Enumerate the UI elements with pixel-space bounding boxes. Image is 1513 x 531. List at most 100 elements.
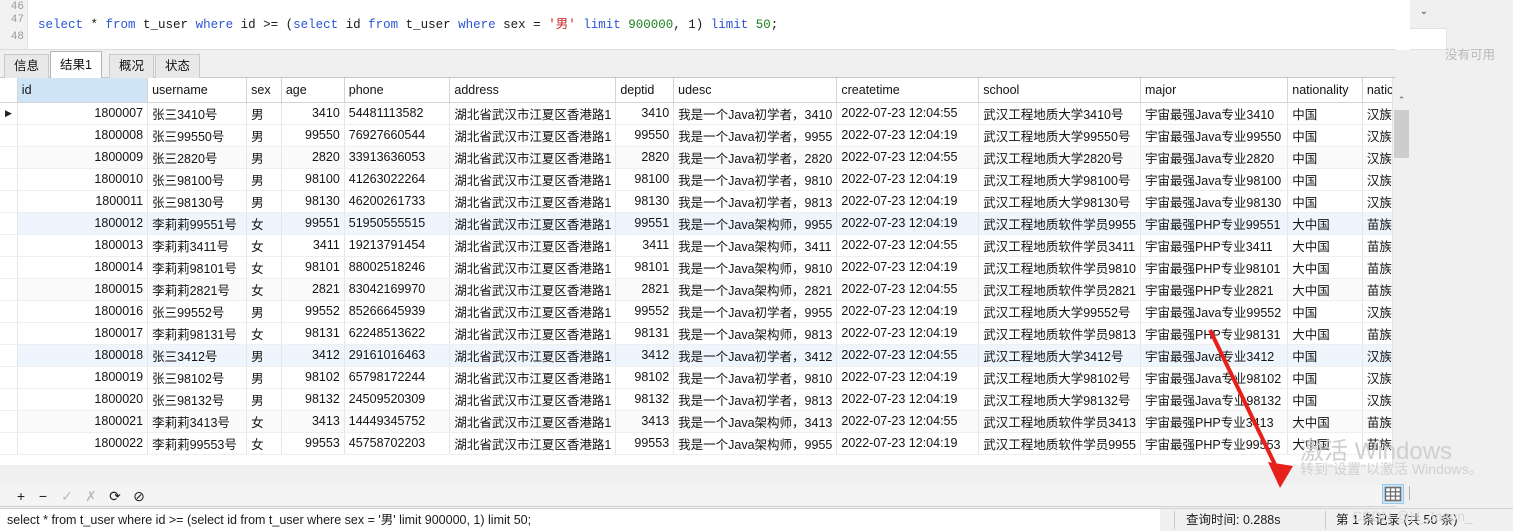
cell-age[interactable]: 98131 (281, 322, 345, 345)
cell-age[interactable]: 3410 (281, 102, 345, 125)
cell-udesc[interactable]: 我是一个Java架构师，3411 (673, 234, 838, 257)
grid-view-icon[interactable] (1382, 484, 1404, 504)
row-marker[interactable] (0, 190, 18, 213)
cell-sex[interactable]: 男 (246, 344, 282, 367)
cell-id[interactable]: 1800018 (17, 344, 149, 367)
cell-deptid[interactable]: 3413 (615, 410, 675, 433)
cell-age[interactable]: 98100 (281, 168, 345, 191)
column-header-school[interactable]: school (978, 78, 1142, 103)
column-header-major[interactable]: major (1140, 78, 1289, 103)
cell-school[interactable]: 武汉工程地质软件学员9810 (978, 256, 1142, 279)
cell-age[interactable]: 99550 (281, 124, 345, 147)
cell-sex[interactable]: 男 (246, 300, 282, 323)
cell-phone[interactable]: 85266645939 (344, 300, 451, 323)
cell-age[interactable]: 3413 (281, 410, 345, 433)
cell-phone[interactable]: 88002518246 (344, 256, 451, 279)
cell-school[interactable]: 武汉工程地质大学99550号 (978, 124, 1142, 147)
cell-address[interactable]: 湖北省武汉市江夏区香港路1 (449, 344, 617, 367)
cell-username[interactable]: 张三98130号 (147, 190, 248, 213)
cell-school[interactable]: 武汉工程地质软件学员9955 (978, 432, 1142, 455)
cell-major[interactable]: 宇宙最强Java专业3412 (1140, 344, 1289, 367)
cell-major[interactable]: 宇宙最强Java专业99552 (1140, 300, 1289, 323)
cell-udesc[interactable]: 我是一个Java初学者，3410 (673, 102, 838, 125)
cell-address[interactable]: 湖北省武汉市江夏区香港路1 (449, 300, 617, 323)
cell-createtime[interactable]: 2022-07-23 12:04:19 (836, 168, 980, 191)
cell-deptid[interactable]: 2821 (615, 278, 675, 301)
cell-deptid[interactable]: 3410 (615, 102, 675, 125)
table-row[interactable]: 1800009 张三2820号男 2820 33913636053 湖北省武汉市江夏区香… (0, 146, 1409, 169)
cell-username[interactable]: 张三99550号 (147, 124, 248, 147)
cell-id[interactable]: 1800009 (17, 146, 149, 169)
cell-nationality[interactable]: 中国 (1287, 300, 1363, 323)
table-row[interactable]: ▶ 1800007 张三3410号男 3410 54481113582 湖北省武汉市江夏区… (0, 102, 1409, 125)
cell-school[interactable]: 武汉工程地质大学3412号 (978, 344, 1142, 367)
cell-nationality[interactable]: 大中国 (1287, 278, 1363, 301)
cell-age[interactable]: 99553 (281, 432, 345, 455)
cell-sex[interactable]: 女 (246, 212, 282, 235)
column-header-address[interactable]: address (449, 78, 617, 103)
cell-age[interactable]: 2821 (281, 278, 345, 301)
cell-phone[interactable]: 54481113582 (344, 102, 451, 125)
cell-nationality[interactable]: 大中国 (1287, 212, 1363, 235)
cell-phone[interactable]: 24509520309 (344, 388, 451, 411)
cell-nationality[interactable]: 中国 (1287, 366, 1363, 389)
cell-udesc[interactable]: 我是一个Java初学者，3412 (673, 344, 838, 367)
cell-username[interactable]: 张三98132号 (147, 388, 248, 411)
cell-major[interactable]: 宇宙最强Java专业98132 (1140, 388, 1289, 411)
table-row[interactable]: 1800011 张三98130号男 98130 46200261733 湖北省武汉市江夏… (0, 190, 1409, 213)
cell-udesc[interactable]: 我是一个Java架构师，9810 (673, 256, 838, 279)
cell-udesc[interactable]: 我是一个Java架构师，9813 (673, 322, 838, 345)
cell-sex[interactable]: 男 (246, 366, 282, 389)
cell-phone[interactable]: 51950555515 (344, 212, 451, 235)
cell-nationality[interactable]: 大中国 (1287, 256, 1363, 279)
cell-createtime[interactable]: 2022-07-23 12:04:55 (836, 146, 980, 169)
cell-sex[interactable]: 男 (246, 146, 282, 169)
cell-address[interactable]: 湖北省武汉市江夏区香港路1 (449, 410, 617, 433)
cell-createtime[interactable]: 2022-07-23 12:04:19 (836, 366, 980, 389)
cell-major[interactable]: 宇宙最强Java专业2820 (1140, 146, 1289, 169)
cell-deptid[interactable]: 98101 (615, 256, 675, 279)
cell-nationality[interactable]: 中国 (1287, 102, 1363, 125)
cell-deptid[interactable]: 98132 (615, 388, 675, 411)
table-row[interactable]: 1800010 张三98100号男 98100 41263022264 湖北省武汉市江夏… (0, 168, 1409, 191)
cell-deptid[interactable]: 98131 (615, 322, 675, 345)
cell-id[interactable]: 1800019 (17, 366, 149, 389)
result-grid[interactable]: id username sex age phone address deptid udesc c… (0, 78, 1409, 455)
cell-address[interactable]: 湖北省武汉市江夏区香港路1 (449, 102, 617, 125)
cell-phone[interactable]: 76927660544 (344, 124, 451, 147)
cell-udesc[interactable]: 我是一个Java架构师，2821 (673, 278, 838, 301)
cell-school[interactable]: 武汉工程地质大学3410号 (978, 102, 1142, 125)
chevron-up-icon[interactable]: ⌃ (1393, 92, 1409, 108)
cell-deptid[interactable]: 99551 (615, 212, 675, 235)
cell-deptid[interactable]: 99550 (615, 124, 675, 147)
column-header-age[interactable]: age (281, 78, 345, 103)
cell-createtime[interactable]: 2022-07-23 12:04:55 (836, 410, 980, 433)
cell-udesc[interactable]: 我是一个Java初学者，9813 (673, 190, 838, 213)
table-header-row[interactable]: id username sex age phone address deptid udesc c… (0, 78, 1409, 103)
cell-major[interactable]: 宇宙最强PHP专业99551 (1140, 212, 1289, 235)
row-marker[interactable] (0, 278, 18, 301)
cell-id[interactable]: 1800014 (17, 256, 149, 279)
cell-deptid[interactable]: 98100 (615, 168, 675, 191)
cell-age[interactable]: 98102 (281, 366, 345, 389)
cell-address[interactable]: 湖北省武汉市江夏区香港路1 (449, 190, 617, 213)
cell-age[interactable]: 3411 (281, 234, 345, 257)
table-row[interactable]: 1800018 张三3412号男 3412 29161016463 湖北省武汉市江夏区香… (0, 344, 1409, 367)
cell-createtime[interactable]: 2022-07-23 12:04:55 (836, 344, 980, 367)
cell-nationality[interactable]: 中国 (1287, 146, 1363, 169)
cell-id[interactable]: 1800012 (17, 212, 149, 235)
cell-deptid[interactable]: 2820 (615, 146, 675, 169)
cell-createtime[interactable]: 2022-07-23 12:04:19 (836, 190, 980, 213)
tab-3[interactable]: 概况 (109, 54, 155, 78)
cell-phone[interactable]: 45758702203 (344, 432, 451, 455)
table-row[interactable]: 1800013 李莉莉3411号女 3411 19213791454 湖北省武汉市江夏区… (0, 234, 1409, 257)
cell-id[interactable]: 1800017 (17, 322, 149, 345)
row-marker[interactable] (0, 234, 18, 257)
cell-school[interactable]: 武汉工程地质软件学员9955 (978, 212, 1142, 235)
cell-username[interactable]: 李莉莉3413号 (147, 410, 248, 433)
cell-nationality[interactable]: 中国 (1287, 344, 1363, 367)
tab-4[interactable]: 状态 (155, 54, 201, 78)
cell-phone[interactable]: 65798172244 (344, 366, 451, 389)
column-header-phone[interactable]: phone (344, 78, 451, 103)
row-marker[interactable] (0, 168, 18, 191)
